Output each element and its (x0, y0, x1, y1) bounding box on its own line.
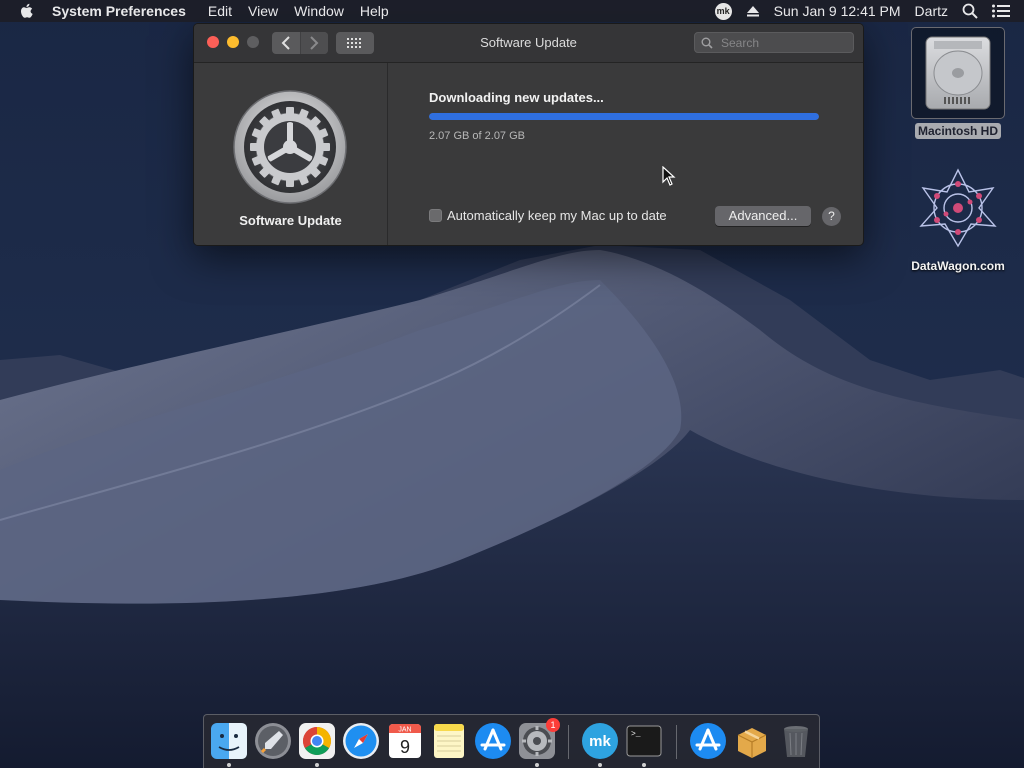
desktop-icon-datawagon[interactable]: DataWagon.com (898, 166, 1018, 273)
mk-status-icon[interactable]: mk (714, 2, 732, 20)
help-button[interactable]: ? (822, 207, 841, 226)
terminal-icon: >_ (626, 725, 662, 757)
nav-buttons (272, 32, 328, 54)
grid-icon (347, 38, 361, 48)
update-content: Downloading new updates... 2.07 GB of 2.… (388, 63, 863, 245)
forward-button[interactable] (299, 32, 328, 54)
dock-launchpad[interactable] (253, 721, 293, 761)
safari-icon (343, 723, 379, 759)
app-store-icon (475, 723, 511, 759)
dock-downloads-stack[interactable] (688, 721, 728, 761)
window-titlebar[interactable]: Software Update (194, 24, 863, 63)
back-button[interactable] (272, 32, 300, 54)
terminal-prompt: >_ (631, 730, 641, 739)
running-indicator (598, 763, 602, 767)
auto-update-row: Automatically keep my Mac up to date (429, 208, 667, 223)
dock: JAN 9 1 mk >_ (203, 714, 820, 768)
chevron-right-icon (310, 36, 319, 50)
hard-drive-icon (911, 27, 1005, 119)
notification-center-icon[interactable] (992, 4, 1010, 18)
pane-label: Software Update (239, 213, 342, 228)
calendar-day: 9 (400, 737, 410, 757)
progress-fill (429, 113, 819, 120)
auto-update-label[interactable]: Automatically keep my Mac up to date (447, 208, 667, 223)
dock-trash[interactable] (776, 721, 816, 761)
dock-chrome[interactable] (297, 721, 337, 761)
dock-separator (568, 725, 569, 759)
package-icon (737, 728, 767, 758)
eject-icon[interactable] (746, 4, 760, 18)
menu-bar: System Preferences Edit View Window Help… (0, 0, 1024, 22)
running-indicator (535, 763, 539, 767)
minimize-button[interactable] (227, 36, 239, 48)
close-button[interactable] (207, 36, 219, 48)
datawagon-logo-icon (919, 168, 997, 248)
auto-update-checkbox[interactable] (429, 209, 442, 222)
mouse-cursor-icon (662, 166, 676, 186)
notes-icon (434, 724, 464, 758)
dock-system-preferences[interactable]: 1 (517, 718, 560, 761)
dock-terminal[interactable]: >_ (624, 721, 664, 761)
menu-view[interactable]: View (240, 0, 286, 22)
calendar-icon: JAN 9 (389, 724, 421, 758)
dock-calendar[interactable]: JAN 9 (385, 721, 425, 761)
dock-separator (676, 725, 677, 759)
chrome-icon (299, 723, 335, 759)
dock-notes[interactable] (429, 721, 469, 761)
running-indicator (642, 763, 646, 767)
spotlight-icon[interactable] (962, 3, 978, 19)
trash-icon (784, 726, 808, 757)
desktop-icon-macintosh-hd[interactable]: Macintosh HD (906, 27, 1010, 140)
running-indicator (227, 763, 231, 767)
menu-window[interactable]: Window (286, 0, 352, 22)
dock-app-store[interactable] (473, 721, 513, 761)
advanced-button[interactable]: Advanced... (715, 206, 811, 226)
apple-menu-icon[interactable] (20, 3, 34, 19)
chevron-left-icon (281, 36, 290, 50)
pane-sidebar: Software Update (194, 63, 388, 245)
dock-safari[interactable] (341, 721, 381, 761)
search-input[interactable] (719, 34, 843, 51)
mk-app-icon: mk (582, 723, 618, 759)
menu-edit[interactable]: Edit (200, 0, 240, 22)
app-store-icon (690, 723, 726, 759)
launchpad-icon (255, 723, 291, 759)
calendar-month: JAN (398, 727, 411, 734)
desktop-icon-label: Macintosh HD (914, 123, 1001, 139)
menu-app-name[interactable]: System Preferences (52, 0, 200, 22)
show-all-button[interactable] (336, 32, 374, 54)
menu-user[interactable]: Dartz (915, 3, 948, 19)
dock-finder[interactable] (209, 721, 249, 761)
download-progress-bar (429, 113, 819, 120)
software-update-gear-icon (232, 89, 348, 205)
download-size: 2.07 GB of 2.07 GB (429, 130, 526, 142)
menu-help[interactable]: Help (352, 0, 397, 22)
running-indicator (315, 763, 319, 767)
desktop-icon-label: DataWagon.com (911, 259, 1005, 273)
menu-clock[interactable]: Sun Jan 9 12:41 PM (774, 3, 901, 19)
dock-archive-utility[interactable] (732, 721, 772, 761)
notification-badge: 1 (546, 718, 560, 732)
zoom-button[interactable] (247, 36, 259, 48)
search-icon (701, 37, 713, 49)
finder-icon (211, 723, 247, 759)
search-field[interactable] (694, 32, 854, 53)
download-status: Downloading new updates... (429, 90, 604, 105)
svg-text:mk: mk (589, 733, 611, 750)
dock-mk[interactable]: mk (580, 721, 620, 761)
software-update-window: Software Update Search Software Update D… (193, 23, 864, 246)
